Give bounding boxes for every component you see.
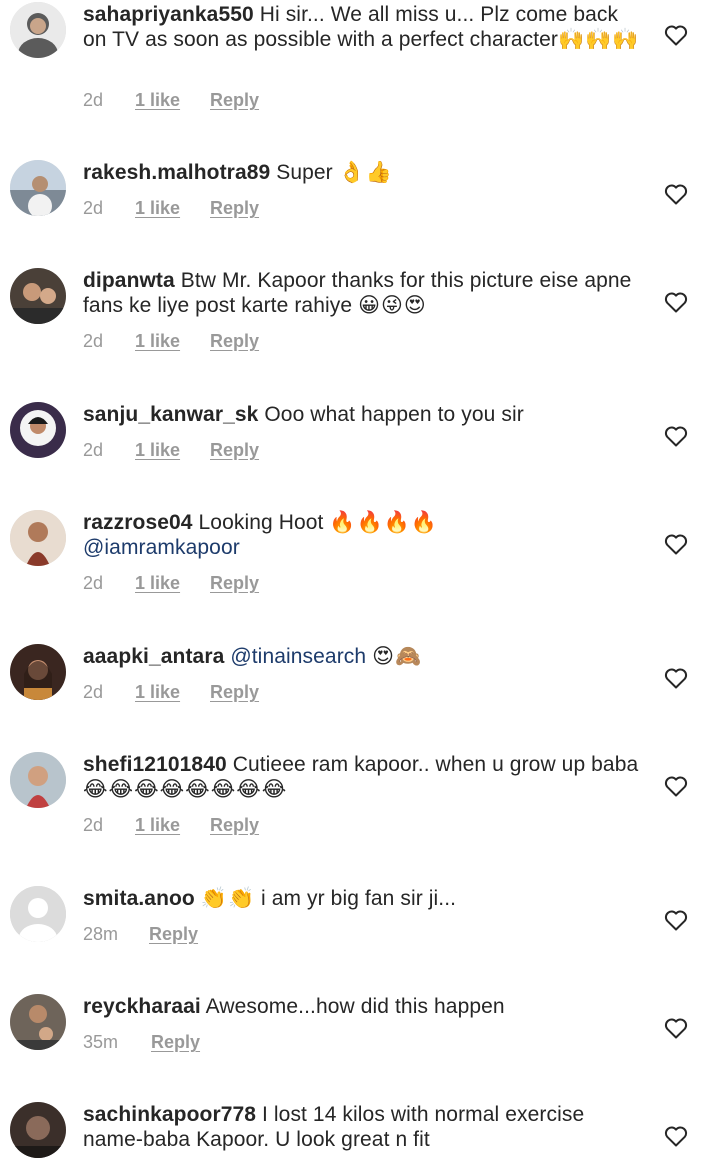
reply-button[interactable]: Reply [210,815,259,836]
comment-time: 2d [83,90,104,110]
comment-body: Super [276,161,333,184]
comment-body: i am yr big fan sir ji... [261,887,457,910]
avatar[interactable] [10,994,66,1050]
avatar[interactable] [10,160,66,216]
comment-text: dipanwta Btw Mr. Kapoor thanks for this … [83,268,643,318]
comment-username[interactable]: sanju_kanwar_sk [83,403,258,426]
comment-text: sahapriyanka550 Hi sir... We all miss u.… [83,2,643,52]
comment-time: 28m [83,924,119,944]
comment-emoji: 😂😂😂😂😂😂😂😂 [83,778,288,801]
comment-time: 35m [83,1032,119,1052]
comment-username[interactable]: shefi12101840 [83,753,227,776]
heart-outline-icon[interactable] [664,183,688,205]
reply-button[interactable]: Reply [210,331,259,352]
comment-body: Looking Hoot [198,511,324,534]
comment-text: reyckharaai Awesome...how did this happe… [83,994,643,1019]
avatar[interactable] [10,2,66,58]
reply-button[interactable]: Reply [210,90,259,111]
comment-emoji: 😍🙈 [372,645,423,668]
avatar[interactable] [10,886,66,942]
comment-username[interactable]: dipanwta [83,269,175,292]
comment-meta: 2d 1 like Reply [83,198,259,219]
comment-username[interactable]: rakesh.malhotra89 [83,161,270,184]
comment-username[interactable]: smita.anoo [83,887,195,910]
comments-list: sahapriyanka550 Hi sir... We all miss u.… [0,0,725,1164]
heart-outline-icon[interactable] [664,425,688,447]
comment-username[interactable]: sachinkapoor778 [83,1103,256,1126]
mention-link[interactable]: @tinainsearch [230,645,366,668]
heart-outline-icon[interactable] [664,533,688,555]
comment-text: razzrose04 Looking Hoot 🔥🔥🔥🔥 @iamramkapo… [83,510,643,560]
avatar[interactable] [10,1102,66,1158]
comment-body: Awesome...how did this happen [205,995,505,1018]
comment-meta: 28m Reply [83,924,198,945]
comment-emoji: 🔥🔥🔥🔥 [329,511,439,534]
comment-text: sachinkapoor778 I lost 14 kilos with nor… [83,1102,643,1152]
comment-username[interactable]: reyckharaai [83,995,201,1018]
comment-text: aaapki_antara @tinainsearch 😍🙈 [83,644,643,669]
comment-emoji: 🙌🙌🙌 [558,28,640,51]
heart-outline-icon[interactable] [664,1017,688,1039]
comment-time: 2d [83,440,104,460]
comment-meta: 2d 1 like Reply [83,815,259,836]
heart-outline-icon[interactable] [664,24,688,46]
comment-text: sanju_kanwar_sk Ooo what happen to you s… [83,402,643,427]
reply-button[interactable]: Reply [210,440,259,461]
heart-outline-icon[interactable] [664,909,688,931]
reply-button[interactable]: Reply [151,1032,200,1053]
avatar[interactable] [10,752,66,808]
avatar[interactable] [10,510,66,566]
comment-username[interactable]: sahapriyanka550 [83,3,254,26]
avatar[interactable] [10,644,66,700]
likes-count[interactable]: 1 like [135,90,210,111]
comment-time: 2d [83,198,104,218]
comment-emoji: 👌👍 [338,161,394,184]
comment-emoji: 😀😜😍 [358,294,427,317]
likes-count[interactable]: 1 like [135,815,210,836]
comment-meta: 2d 1 like Reply [83,440,259,461]
comment-meta: 35m Reply [83,1032,200,1053]
likes-count[interactable]: 1 like [135,440,210,461]
comment-emoji: 👏👏 [200,887,256,910]
reply-button[interactable]: Reply [210,682,259,703]
comment-meta: 2d 1 like Reply [83,682,259,703]
heart-outline-icon[interactable] [664,1125,688,1147]
comment-text: rakesh.malhotra89 Super 👌👍 [83,160,643,185]
comment-username[interactable]: razzrose04 [83,511,193,534]
avatar[interactable] [10,402,66,458]
comment-text: shefi12101840 Cutieee ram kapoor.. when … [83,752,643,802]
likes-count[interactable]: 1 like [135,573,210,594]
comment-text: smita.anoo 👏👏 i am yr big fan sir ji... [83,886,643,911]
comment-time: 2d [83,682,104,702]
comment-time: 2d [83,815,104,835]
comment-time: 2d [83,331,104,351]
likes-count[interactable]: 1 like [135,331,210,352]
comment-body: Ooo what happen to you sir [264,403,524,426]
reply-button[interactable]: Reply [210,198,259,219]
comment-body: Cutieee ram kapoor.. when u grow up baba [232,753,639,776]
comment-time: 2d [83,573,104,593]
heart-outline-icon[interactable] [664,775,688,797]
likes-count[interactable]: 1 like [135,198,210,219]
comment-username[interactable]: aaapki_antara [83,645,224,668]
heart-outline-icon[interactable] [664,291,688,313]
reply-button[interactable]: Reply [149,924,198,945]
avatar[interactable] [10,268,66,324]
comment-meta: 2d 1 like Reply [83,573,259,594]
comment-meta: 2d 1 like Reply [83,331,259,352]
heart-outline-icon[interactable] [664,667,688,689]
mention-link[interactable]: @iamramkapoor [83,536,240,559]
comment-meta: 2d 1 like Reply [83,90,259,111]
likes-count[interactable]: 1 like [135,682,210,703]
reply-button[interactable]: Reply [210,573,259,594]
